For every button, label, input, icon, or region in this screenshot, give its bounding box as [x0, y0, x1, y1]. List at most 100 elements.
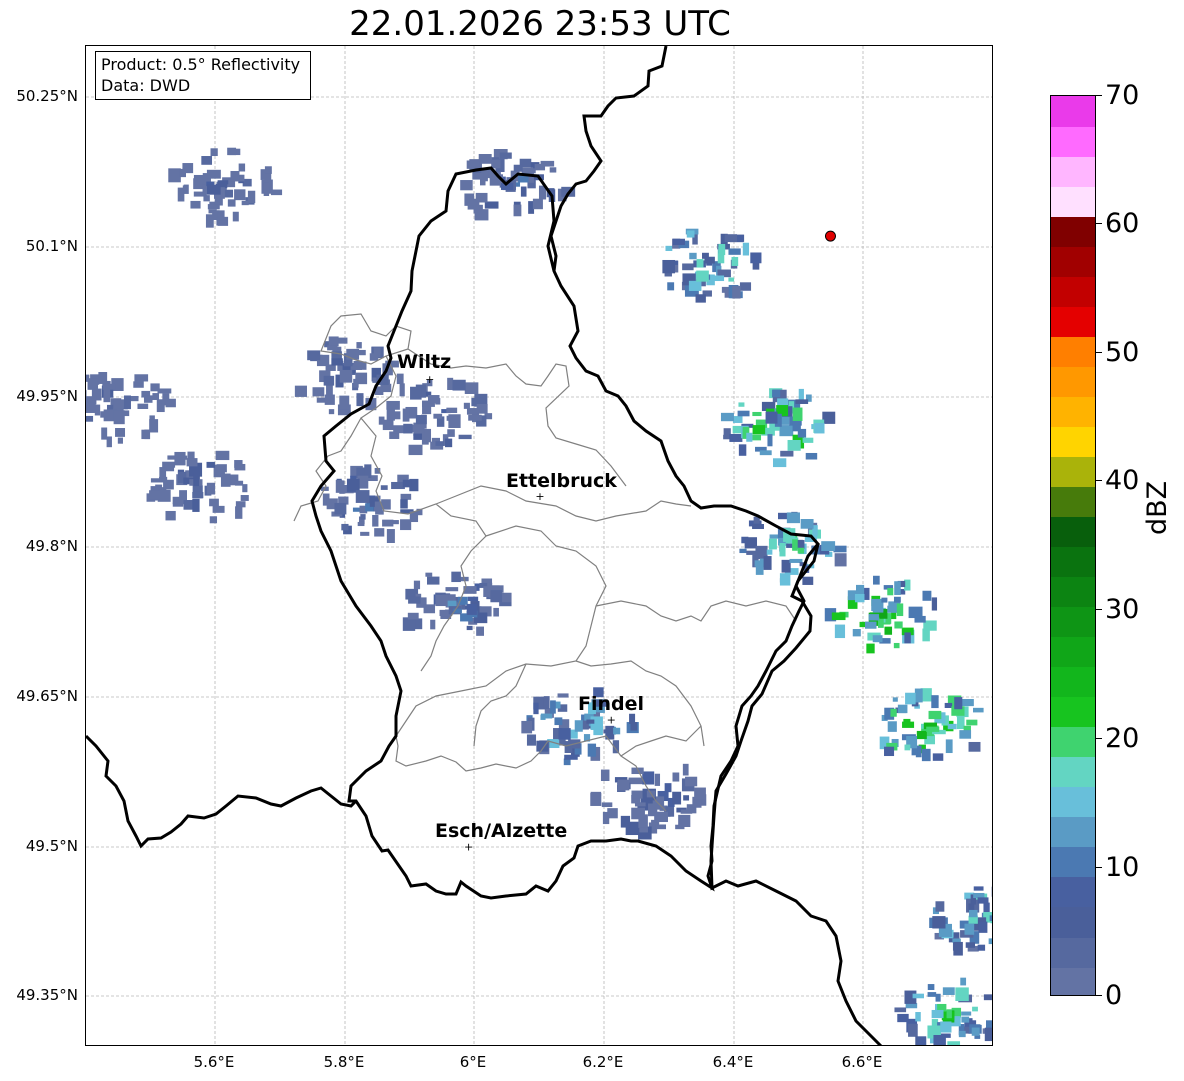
radar-echo-cell — [165, 398, 176, 408]
radar-echo-cell — [961, 1011, 972, 1016]
radar-echo-cell — [765, 411, 778, 424]
radar-echo-cell — [435, 441, 445, 446]
radar-echo-cell — [732, 285, 741, 299]
colorbar-tick — [1096, 480, 1102, 481]
radar-echo-cell — [971, 1027, 980, 1036]
radar-echo-cell — [369, 353, 379, 361]
colorbar-segment — [1051, 546, 1095, 578]
radar-echo-cell — [732, 416, 743, 423]
radar-echo-cell — [206, 461, 215, 468]
radar-echo-cell — [133, 381, 144, 388]
radar-echo-cell — [672, 238, 685, 245]
radar-echo-cell — [484, 201, 499, 209]
radar-echo-cell — [881, 597, 888, 603]
city-label-findel: Findel — [578, 693, 645, 715]
radar-echo-cell — [834, 624, 846, 639]
country-border-belgium-france — [86, 734, 358, 849]
radar-echo-cell — [991, 886, 992, 897]
radar-echo-cell — [639, 827, 648, 833]
radar-echo-cell — [476, 403, 488, 414]
radar-echo-cell — [746, 432, 753, 442]
radar-echo-cell — [168, 168, 181, 183]
radar-echo-cell — [603, 771, 609, 781]
radar-echo-cell — [665, 245, 673, 251]
colorbar-label-10: 10 — [1105, 852, 1140, 883]
radar-echo-cell — [921, 748, 931, 762]
radar-echo-cell — [947, 723, 957, 730]
radar-echo-cell — [905, 692, 916, 705]
radar-echo-cell — [914, 615, 926, 623]
radar-echo-cell — [386, 409, 395, 421]
radar-echo-cell — [894, 621, 903, 629]
radar-echo-cell — [908, 1023, 918, 1037]
radar-echo-cell — [805, 452, 818, 460]
radar-reflectivity-layer — [86, 147, 992, 1045]
radar-echo-cell — [738, 402, 745, 407]
radar-echo-cell — [220, 473, 231, 487]
radar-echo-cell — [720, 412, 734, 422]
radar-echo-cell — [926, 726, 940, 732]
radar-echo-cell — [972, 1006, 978, 1012]
radar-echo-cell — [323, 375, 335, 386]
radar-echo-cell — [672, 772, 680, 782]
map-area[interactable]: + + + + — [85, 45, 993, 1046]
radar-echo-cell — [86, 374, 90, 382]
colorbar-segment — [1051, 876, 1095, 908]
radar-echo-cell — [341, 523, 349, 531]
radar-echo-cell — [935, 993, 941, 1002]
radar-echo-cell — [800, 519, 814, 529]
city-label-ettelbruck: Ettelbruck — [506, 470, 617, 492]
radar-echo-cell — [729, 433, 743, 442]
lon-label-5.6: 5.6°E — [193, 1053, 235, 1071]
radar-echo-cell — [400, 519, 412, 531]
radar-echo-cell — [532, 198, 543, 210]
radar-echo-cell — [141, 429, 151, 440]
radar-echo-cell — [235, 506, 243, 519]
radar-echo-cell — [192, 498, 200, 512]
radar-echo-cell — [427, 395, 440, 404]
radar-echo-cell — [270, 189, 283, 196]
radar-echo-cell — [117, 437, 123, 444]
colorbar-segment — [1051, 126, 1095, 157]
radar-echo-cell — [521, 720, 533, 734]
radar-echo-cell — [890, 708, 897, 717]
colorbar-segment — [1051, 276, 1095, 307]
colorbar-label-0: 0 — [1105, 980, 1123, 1011]
radar-echo-cell — [956, 716, 965, 730]
radar-echo-cell — [942, 987, 955, 995]
radar-echo-cell — [672, 791, 682, 805]
radar-echo-cell — [263, 182, 270, 196]
radar-echo-cell — [695, 294, 706, 303]
radar-echo-cell — [779, 542, 786, 557]
product-info-box: Product: 0.5° Reflectivity Data: DWD — [95, 51, 311, 100]
radar-echo-cell — [307, 350, 321, 361]
colorbar-segment — [1051, 726, 1095, 758]
radar-echo-cell — [534, 163, 546, 171]
colorbar-segment — [1051, 846, 1095, 878]
radar-echo-cell — [667, 282, 675, 291]
radar-echo-cell — [324, 394, 335, 405]
radar-echo-cell — [98, 372, 108, 384]
radar-echo-cell — [183, 500, 194, 510]
radar-echo-cell — [655, 824, 667, 830]
radar-echo-cell — [234, 480, 244, 486]
radar-echo-cell — [179, 168, 186, 178]
colorbar-segment — [1051, 906, 1095, 938]
colorbar-segment — [1051, 246, 1095, 277]
radar-echo-cell — [854, 593, 865, 603]
radar-echo-cell — [380, 485, 388, 490]
radar-echo-cell — [978, 921, 988, 933]
radar-site-marker — [824, 230, 836, 242]
radar-echo-cell — [752, 434, 762, 441]
radar-echo-cell — [787, 439, 801, 451]
radar-echo-cell — [193, 174, 208, 183]
colorbar-segment — [1051, 666, 1095, 698]
radar-echo-cell — [696, 259, 704, 268]
lon-label-6.0: 6°E — [459, 1053, 487, 1071]
radar-echo-cell — [779, 573, 791, 586]
radar-echo-cell — [654, 811, 668, 823]
radar-echo-cell — [767, 434, 773, 447]
radar-echo-cell — [833, 545, 847, 553]
radar-echo-cell — [590, 793, 602, 806]
radar-echo-cell — [103, 388, 111, 403]
